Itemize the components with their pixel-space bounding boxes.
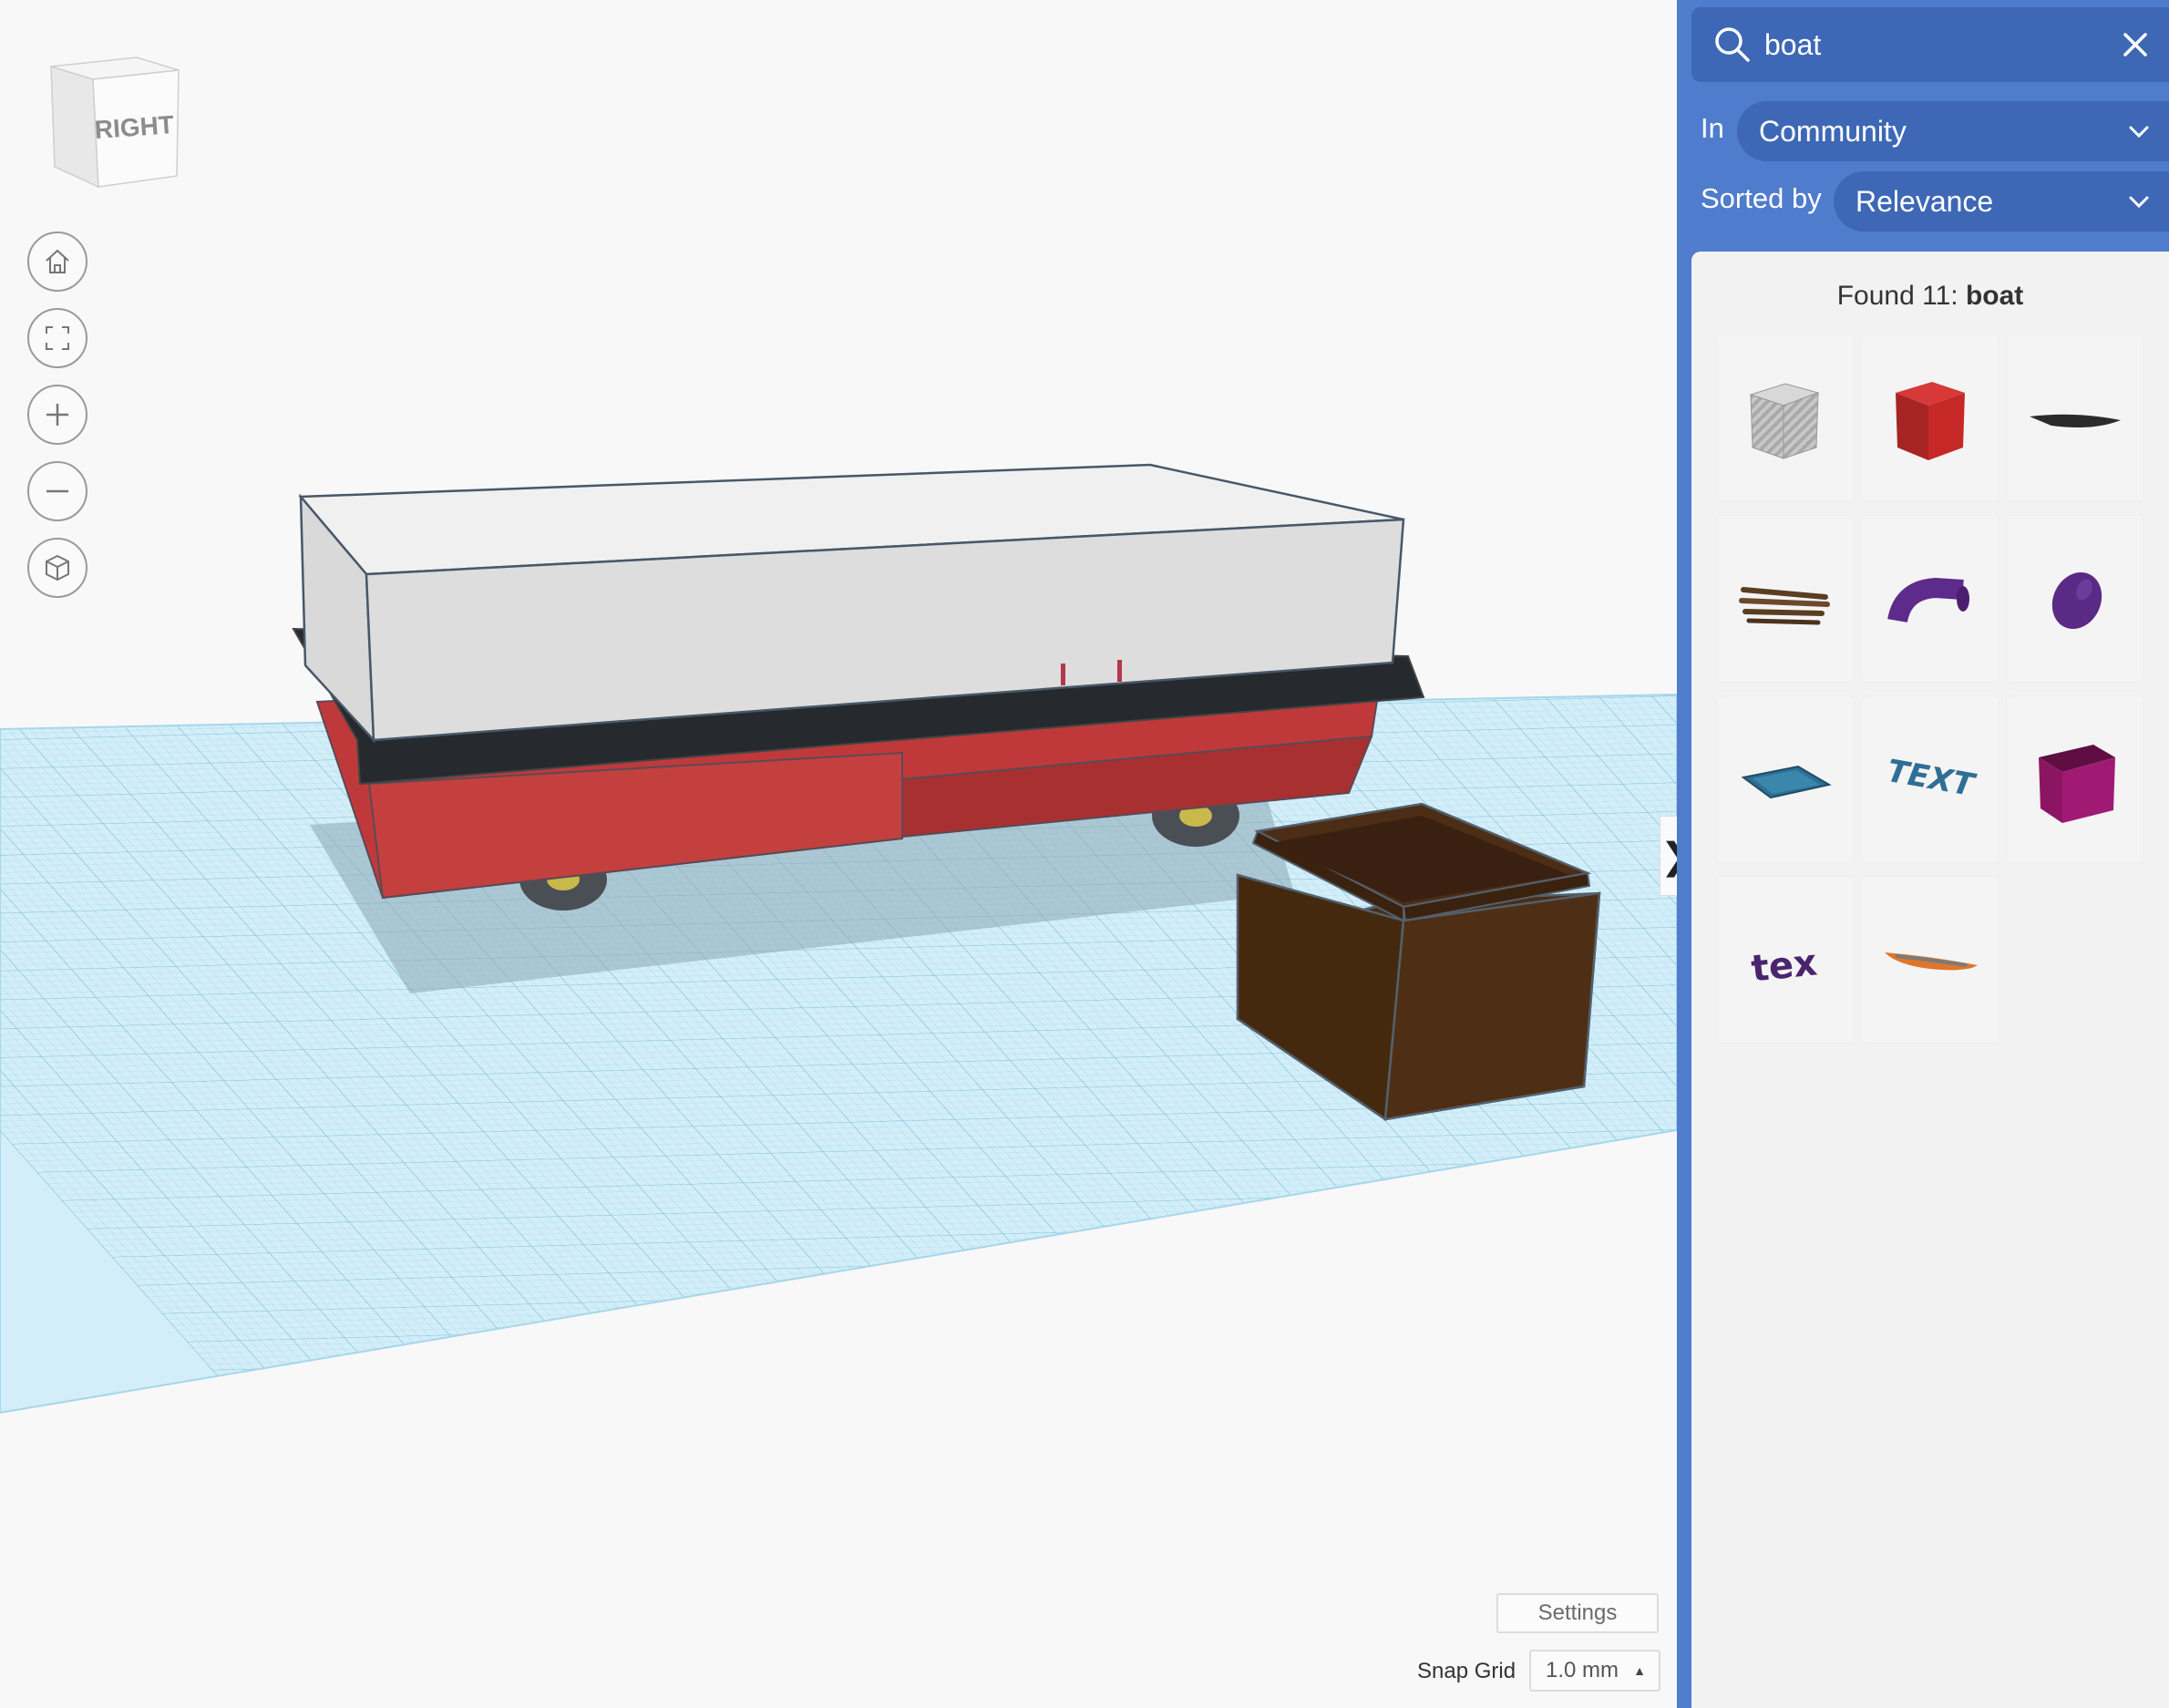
purple-text-icon: tex <box>1749 941 1819 990</box>
home-view-button[interactable] <box>27 232 87 292</box>
result-tile[interactable] <box>1862 516 1999 682</box>
text-3d-icon: TEXT <box>1885 753 1979 805</box>
snap-grid-select[interactable]: 1.0 mm ▲ <box>1529 1650 1660 1692</box>
result-tile[interactable]: tex <box>1717 877 1854 1043</box>
result-tile[interactable] <box>2007 516 2143 682</box>
wood-planks-icon <box>1739 587 1830 625</box>
search-bar[interactable] <box>1691 7 2169 82</box>
search-results: Found 11: boat TEXT tex <box>1691 252 2169 1708</box>
results-count: Found 11: boat <box>1691 281 2169 312</box>
magenta-box-icon <box>2039 745 2115 823</box>
search-input[interactable] <box>1763 26 2112 63</box>
result-tile[interactable] <box>1862 335 1999 501</box>
flat-boat-icon <box>2030 414 2121 427</box>
settings-button[interactable]: Settings <box>1496 1593 1659 1633</box>
in-filter-label: In <box>1701 112 1724 144</box>
projection-button[interactable] <box>27 538 87 598</box>
in-filter-select[interactable]: Community <box>1737 101 2169 161</box>
home-icon <box>46 249 69 273</box>
result-tile[interactable]: TEXT <box>1862 696 1999 862</box>
fit-view-button[interactable] <box>27 308 87 368</box>
result-tile[interactable] <box>1862 877 1999 1043</box>
purple-egg-icon <box>2051 571 2102 630</box>
result-tile[interactable] <box>2007 335 2143 501</box>
svg-text:TEXT: TEXT <box>1885 753 1979 805</box>
chevron-down-icon <box>2129 126 2149 139</box>
blue-tray-icon <box>1741 765 1832 799</box>
panel-collapse-handle[interactable]: ❯ <box>1660 816 1677 896</box>
sort-filter-select[interactable]: Relevance <box>1834 171 2169 232</box>
red-cube-icon <box>1896 382 1965 460</box>
striped-cube-icon <box>1749 383 1820 459</box>
zoom-in-button[interactable] <box>27 385 87 445</box>
search-icon <box>1715 27 1750 62</box>
3d-viewport[interactable]: RIGHT Settings Snap Grid 1.0 mm ▲ ❯ <box>0 0 1677 1708</box>
view-cube[interactable]: RIGHT <box>46 50 191 196</box>
result-tile[interactable] <box>1717 335 1854 501</box>
plus-icon <box>46 404 68 426</box>
snap-grid-label: Snap Grid <box>1417 1659 1516 1683</box>
snap-grid-value: 1.0 mm <box>1546 1658 1619 1682</box>
results-count-prefix: Found 11: <box>1836 281 1966 311</box>
result-tile[interactable] <box>1717 696 1854 862</box>
zoom-out-button[interactable] <box>27 461 87 521</box>
shapes-panel: In Community Sorted by Relevance Found 1… <box>1677 0 2169 1708</box>
result-tile[interactable] <box>1717 516 1854 682</box>
in-filter-value: Community <box>1759 114 1907 148</box>
result-tile[interactable] <box>2007 696 2143 862</box>
sort-filter-value: Relevance <box>1855 184 1994 218</box>
minus-icon <box>46 489 68 493</box>
close-icon[interactable] <box>2118 27 2153 62</box>
workplane-scene[interactable] <box>0 0 1677 1708</box>
caret-up-icon: ▲ <box>1633 1663 1646 1678</box>
view-cube-face-label: RIGHT <box>94 110 175 144</box>
sort-filter-label: Sorted by <box>1701 182 1822 214</box>
fit-frame-icon <box>46 326 69 350</box>
svg-text:tex: tex <box>1749 941 1819 990</box>
results-count-query: boat <box>1965 281 2024 311</box>
cube-icon <box>46 554 69 581</box>
chevron-down-icon <box>2129 196 2149 209</box>
orange-canoe-icon <box>1885 952 1978 971</box>
curved-pipe-icon <box>1887 577 1969 623</box>
